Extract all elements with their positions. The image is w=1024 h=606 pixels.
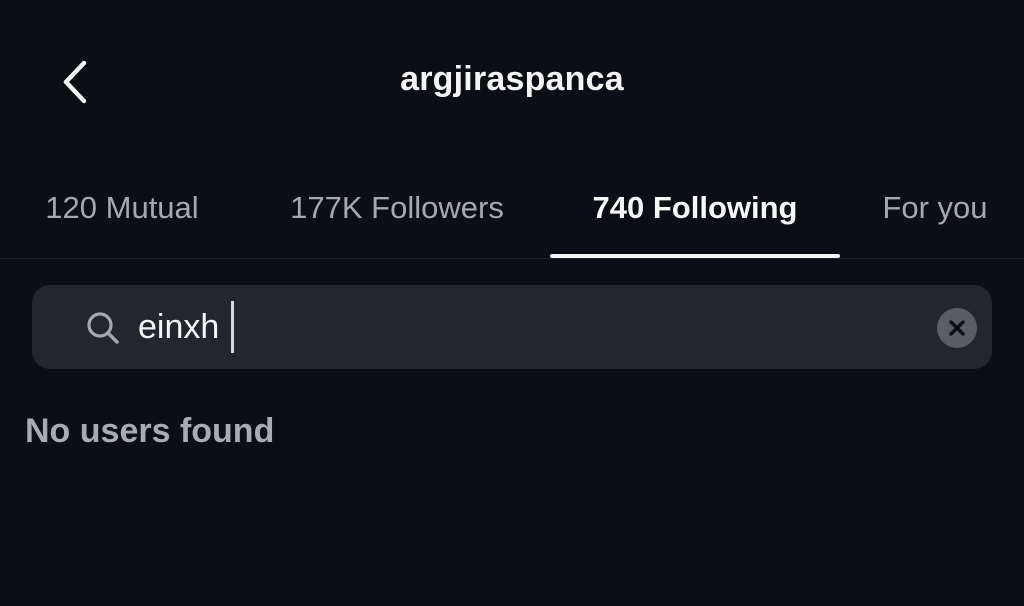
divider xyxy=(0,258,1024,259)
tab-followers[interactable]: 177K Followers xyxy=(262,180,532,258)
page-title: argjiraspanca xyxy=(400,60,624,98)
search-input[interactable] xyxy=(138,303,938,351)
tab-following[interactable]: 740 Following xyxy=(550,180,840,258)
tab-mutual[interactable]: 120 Mutual xyxy=(12,180,232,258)
tab-label: For you xyxy=(882,190,988,225)
tab-label: 740 Following xyxy=(592,190,798,225)
empty-state-message: No users found xyxy=(25,412,275,450)
search-icon xyxy=(84,309,122,347)
clear-icon xyxy=(949,320,965,336)
tab-bar: 120 Mutual 177K Followers 740 Following … xyxy=(0,180,1024,258)
tab-label: 177K Followers xyxy=(290,190,504,225)
header: argjiraspanca xyxy=(0,0,1024,160)
tab-label: 120 Mutual xyxy=(45,190,199,225)
search-bar[interactable] xyxy=(32,285,992,369)
clear-search-button[interactable] xyxy=(937,308,977,348)
tab-for-you[interactable]: For you xyxy=(860,180,1010,258)
text-cursor xyxy=(231,301,234,353)
